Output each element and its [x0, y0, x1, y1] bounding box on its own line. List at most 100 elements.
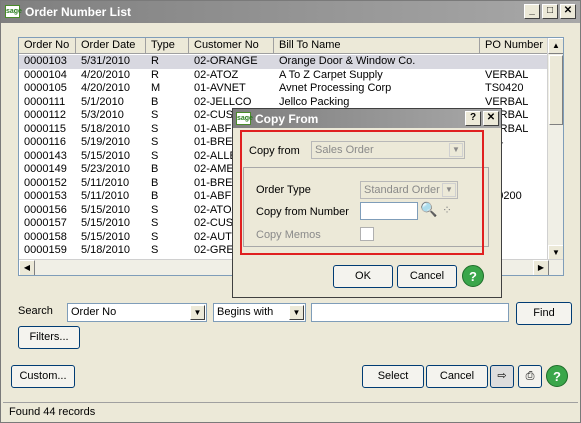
copy-memos-checkbox[interactable] — [360, 227, 374, 241]
cell-type: M — [151, 82, 161, 94]
col-header-po-number[interactable]: PO Number — [480, 38, 549, 54]
cell-po-number: VERBAL — [485, 68, 529, 81]
cell-type: S — [151, 149, 159, 162]
cell-order-date: 4/20/2010 — [81, 82, 130, 94]
cell-po-number: TS0420 — [485, 82, 524, 94]
col-header-order-date[interactable]: Order Date — [76, 38, 146, 54]
cell-order-date: 5/18/2010 — [81, 122, 130, 135]
cell-customer-no: 02-ORANGE — [194, 55, 258, 67]
vertical-scroll-thumb[interactable] — [549, 55, 563, 125]
maximize-button[interactable]: □ — [542, 4, 558, 19]
search-field-value: Order No — [71, 306, 117, 318]
window-titlebar[interactable]: sage Order Number List _ □ ✕ — [1, 1, 580, 23]
chevron-down-icon[interactable]: ▼ — [190, 305, 205, 320]
cell-order-no: 0000158 — [24, 230, 67, 243]
scroll-left-icon[interactable]: ◀ — [19, 260, 35, 275]
loading-spinner-icon: ⁘ — [442, 203, 453, 217]
search-operator-select[interactable]: Begins with ▼ — [213, 303, 306, 322]
copy-from-select: Sales Order ▼ — [311, 141, 465, 159]
order-type-label: Order Type — [256, 184, 311, 196]
help-icon[interactable]: ? — [546, 365, 568, 387]
cell-order-no: 0000159 — [24, 244, 67, 256]
cell-type: S — [151, 230, 159, 243]
cell-order-no: 0000105 — [24, 82, 67, 94]
sage-logo-icon: sage — [5, 5, 22, 18]
cell-order-no: 0000116 — [24, 136, 67, 148]
table-row[interactable]: 0000105 4/20/2010 M 01-AVNET Avnet Processin… — [19, 82, 549, 96]
cell-order-date: 5/11/2010 — [81, 176, 130, 189]
search-input[interactable] — [311, 303, 509, 322]
cell-po-number: VERBAL — [485, 95, 529, 108]
window-title: Order Number List — [25, 5, 132, 19]
cell-type: R — [151, 68, 159, 81]
cell-order-no: 0000111 — [24, 95, 66, 108]
cell-type: S — [151, 122, 159, 135]
sage-logo-icon: sage — [236, 112, 253, 125]
cell-order-date: 5/15/2010 — [81, 217, 130, 229]
print-icon[interactable]: ⎙ — [518, 365, 542, 388]
copy-from-label: Copy from — [249, 145, 300, 157]
cell-type: B — [151, 95, 159, 108]
cell-customer-no: 02-JELLCO — [194, 95, 252, 108]
cell-bill-to-name: Orange Door & Window Co. — [279, 55, 416, 67]
copy-from-number-label: Copy from Number — [256, 206, 349, 218]
col-header-bill-to-name[interactable]: Bill To Name — [274, 38, 480, 54]
cell-order-date: 5/15/2010 — [81, 230, 130, 243]
cell-order-no: 0000104 — [24, 68, 67, 81]
copy-from-value: Sales Order — [315, 144, 374, 156]
cell-po-number — [480, 55, 549, 69]
minimize-button[interactable]: _ — [524, 4, 540, 19]
cell-order-date: 5/15/2010 — [81, 149, 130, 162]
table-row[interactable]: 0000103 5/31/2010 R 02-ORANGE Orange Door & … — [19, 55, 549, 69]
col-header-type[interactable]: Type — [146, 38, 189, 54]
cell-type: S — [151, 244, 159, 256]
scroll-right-icon[interactable]: ▶ — [533, 260, 549, 275]
col-header-customer-no[interactable]: Customer No — [189, 38, 274, 54]
cell-order-no: 0000115 — [24, 122, 67, 135]
grid-header: Order No Order Date Type Customer No Bil… — [19, 38, 549, 54]
ok-button[interactable]: OK — [333, 265, 393, 288]
help-icon[interactable]: ? — [465, 111, 481, 126]
export-icon[interactable]: ⇨ — [490, 365, 514, 388]
scroll-up-icon[interactable]: ▲ — [548, 38, 563, 54]
vertical-scrollbar[interactable]: ▲ ▼ — [547, 38, 563, 261]
dialog-help-icon[interactable]: ? — [462, 265, 484, 287]
cell-type: S — [151, 109, 159, 121]
cell-order-no: 0000157 — [24, 217, 67, 229]
dialog-titlebar[interactable]: sage Copy From ? ✕ — [233, 109, 501, 128]
cell-order-date: 5/23/2010 — [81, 163, 130, 175]
table-row[interactable]: 0000111 5/1/2010 B 02-JELLCO Jellco Packing V… — [19, 96, 549, 110]
dialog-cancel-button[interactable]: Cancel — [397, 265, 457, 288]
dialog-title: Copy From — [255, 112, 319, 126]
cancel-button[interactable]: Cancel — [426, 365, 488, 388]
filters-button[interactable]: Filters... — [18, 326, 80, 349]
custom-button[interactable]: Custom... — [11, 365, 75, 388]
close-button[interactable]: ✕ — [560, 4, 576, 19]
cell-order-date: 5/11/2010 — [81, 190, 130, 202]
dialog-close-button[interactable]: ✕ — [483, 111, 499, 126]
copy-from-number-input[interactable] — [360, 202, 418, 220]
lookup-magnifier-icon[interactable]: 🔍 — [420, 201, 437, 218]
cell-order-date: 5/3/2010 — [81, 109, 124, 121]
cell-order-no: 0000152 — [24, 176, 67, 189]
cell-type: B — [151, 163, 159, 175]
cell-bill-to-name: Jellco Packing — [279, 95, 350, 108]
cell-order-date: 4/20/2010 — [81, 68, 130, 81]
cell-bill-to-name: Avnet Processing Corp — [279, 82, 392, 94]
search-field-select[interactable]: Order No ▼ — [67, 303, 207, 322]
cell-type: B — [151, 176, 159, 189]
copy-options-group: Order Type Standard Order ▼ Copy from Nu… — [243, 167, 489, 247]
status-bar: Found 44 records — [3, 402, 578, 420]
table-row[interactable]: 0000104 4/20/2010 R 02-ATOZ A To Z Carpet Su… — [19, 69, 549, 83]
cell-order-no: 0000103 — [24, 55, 67, 67]
chevron-down-icon[interactable]: ▼ — [289, 305, 304, 320]
cell-order-no: 0000156 — [24, 203, 67, 216]
cell-type: B — [151, 190, 159, 202]
cell-customer-no: 01-AVNET — [194, 82, 246, 94]
select-button[interactable]: Select — [362, 365, 424, 388]
cell-order-date: 5/1/2010 — [81, 95, 124, 108]
col-header-order-no[interactable]: Order No — [19, 38, 76, 54]
find-button[interactable]: Find — [516, 302, 572, 325]
chevron-down-icon: ▼ — [449, 143, 463, 157]
cell-order-date: 5/19/2010 — [81, 136, 130, 148]
